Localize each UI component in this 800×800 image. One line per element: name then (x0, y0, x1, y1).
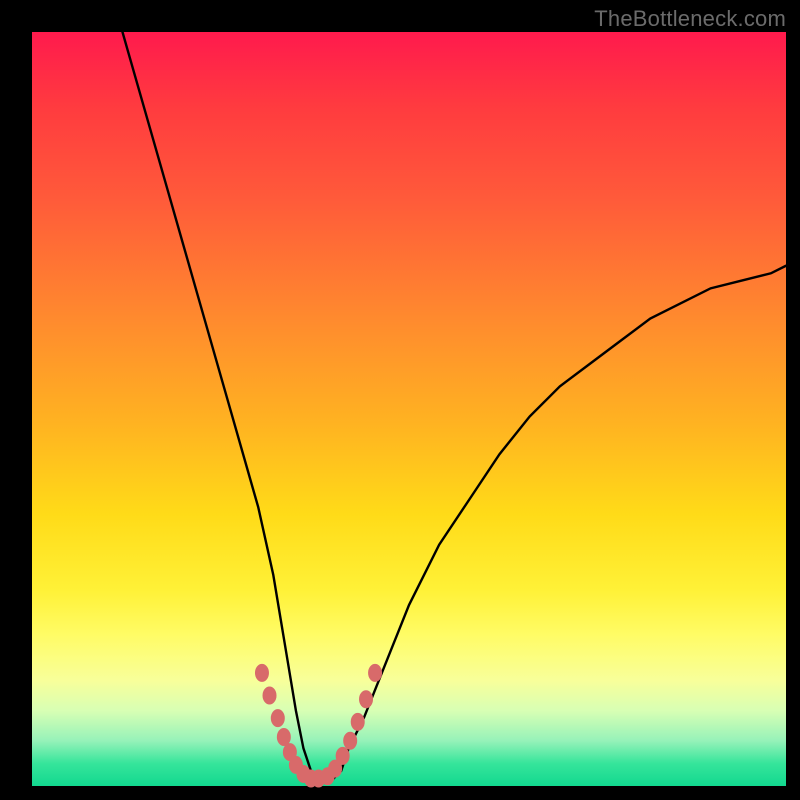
chart-plot-area (32, 32, 786, 786)
marker-dot (343, 732, 357, 750)
marker-dot (359, 690, 373, 708)
marker-dot (263, 687, 277, 705)
chart-svg (32, 32, 786, 786)
chart-stage: TheBottleneck.com (0, 0, 800, 800)
marker-dot (255, 664, 269, 682)
marker-dot (271, 709, 285, 727)
marker-dot (368, 664, 382, 682)
marker-dots-group (255, 664, 382, 788)
watermark-text: TheBottleneck.com (594, 6, 786, 32)
marker-dot (351, 713, 365, 731)
marker-dot (336, 747, 350, 765)
bottleneck-curve (122, 32, 786, 778)
